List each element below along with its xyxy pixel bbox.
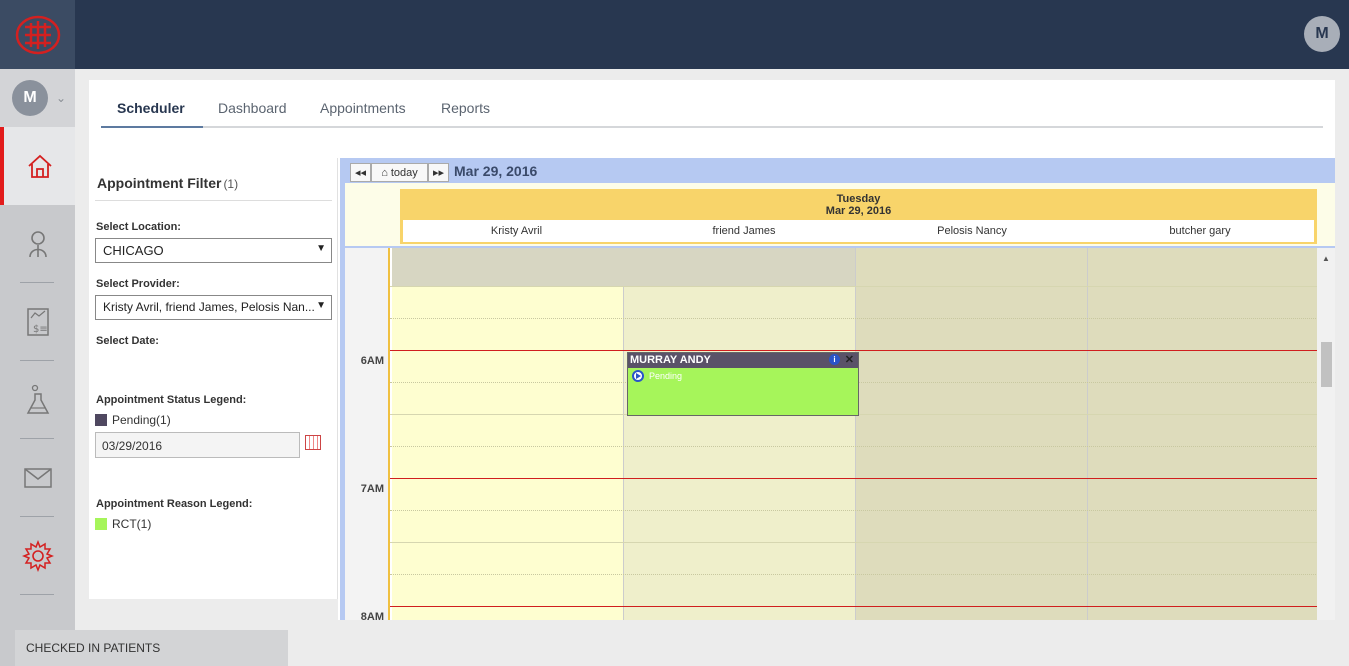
calendar-grid[interactable]: 6AM 7AM 8AM MURRAY ANDY i ✕ Pending ▲ [340, 246, 1335, 620]
main-panel: Scheduler Dashboard Appointments Reports… [89, 80, 1335, 620]
home-icon: ⌂ [381, 166, 388, 179]
chevron-down-icon[interactable]: ⌄ [56, 91, 66, 105]
provider-column[interactable] [855, 248, 1087, 620]
pending-swatch [95, 414, 107, 426]
unavailable-block [392, 248, 855, 286]
location-label: Select Location: [96, 221, 181, 233]
time-label: 6AM [360, 355, 384, 367]
scheduler-calendar: ◂◂ ⌂ today ▸▸ Mar 29, 2016 Tuesday Mar 29… [340, 158, 1335, 620]
active-tab-indicator [101, 126, 203, 128]
provider-column[interactable] [392, 248, 623, 620]
nav-item-settings[interactable] [0, 517, 75, 595]
nav-item-patients[interactable] [0, 205, 75, 283]
day-label: Tuesday Mar 29, 2016 [825, 193, 892, 217]
nav-avatar[interactable]: M [12, 80, 48, 116]
tab-dashboard[interactable]: Dashboard [218, 100, 287, 116]
scroll-up-icon[interactable]: ▲ [1322, 254, 1330, 263]
status-legend-item: Pending(1) [95, 413, 171, 427]
nav-item-billing[interactable]: $≡ [0, 283, 75, 361]
tab-scheduler[interactable]: Scheduler [117, 100, 185, 116]
provider-row: Kristy Avril friend James Pelosis Nancy … [403, 220, 1314, 242]
calendar-icon[interactable] [305, 435, 321, 450]
user-avatar[interactable]: M [1304, 16, 1340, 52]
gear-icon [21, 540, 54, 572]
calendar-current-date: Mar 29, 2016 [454, 163, 538, 179]
reason-legend-item: RCT(1) [95, 517, 151, 531]
dropdown-arrow-icon: ▼ [316, 300, 326, 311]
provider-column[interactable] [623, 248, 855, 620]
provider-header: Pelosis Nancy [937, 225, 1007, 237]
left-nav: M ⌄ $≡ [0, 69, 75, 666]
prev-button[interactable]: ◂◂ [350, 163, 371, 182]
nav-item-lab[interactable] [0, 361, 75, 439]
event-status: Pending [628, 368, 858, 382]
provider-header: Kristy Avril [490, 225, 543, 237]
location-select[interactable]: CHICAGO ▼ [95, 238, 332, 263]
calendar-toolbar: ◂◂ ⌂ today ▸▸ Mar 29, 2016 [340, 158, 1335, 183]
time-column: 6AM 7AM 8AM [345, 248, 390, 620]
appointment-event[interactable]: MURRAY ANDY i ✕ Pending [627, 352, 859, 416]
status-legend-label: Appointment Status Legend: [96, 394, 247, 406]
logo-icon [15, 15, 60, 54]
nav-item-messages[interactable] [0, 439, 75, 517]
appointment-filter-panel: Appointment Filter (1) Select Location: C… [89, 158, 338, 620]
flask-icon [26, 384, 49, 414]
app-logo[interactable] [0, 0, 75, 69]
tab-reports[interactable]: Reports [441, 100, 490, 116]
event-patient-name: MURRAY ANDY [630, 354, 711, 366]
date-input[interactable]: 03/29/2016 [95, 432, 300, 458]
day-header: Tuesday Mar 29, 2016 Kristy Avril friend… [400, 189, 1317, 244]
date-label: Select Date: [96, 335, 159, 347]
scroll-thumb[interactable] [1321, 342, 1332, 387]
top-bar: M [0, 0, 1349, 69]
svg-text:$≡: $≡ [33, 324, 48, 335]
tab-bar: Scheduler Dashboard Appointments Reports [101, 80, 1323, 128]
provider-label: Select Provider: [96, 278, 180, 290]
nav-item-home[interactable] [0, 127, 75, 205]
nav-user-menu[interactable]: M ⌄ [0, 69, 75, 127]
mail-icon [23, 468, 52, 488]
event-header: MURRAY ANDY i ✕ [628, 353, 858, 368]
time-label: 8AM [360, 611, 384, 620]
today-button[interactable]: ⌂ today [371, 163, 428, 182]
home-icon [27, 154, 52, 178]
provider-header: friend James [712, 225, 776, 237]
calendar-scrollbar[interactable]: ▲ [1317, 248, 1335, 620]
next-button[interactable]: ▸▸ [428, 163, 449, 182]
person-icon [28, 231, 47, 258]
provider-header: butcher gary [1169, 225, 1231, 237]
info-icon[interactable]: i [829, 354, 840, 365]
tab-appointments[interactable]: Appointments [320, 100, 406, 116]
invoice-icon: $≡ [26, 308, 49, 336]
checked-in-patients-tab[interactable]: CHECKED IN PATIENTS [15, 630, 288, 666]
provider-column[interactable] [1087, 248, 1318, 620]
rct-swatch [95, 518, 107, 530]
dropdown-arrow-icon: ▼ [316, 243, 326, 254]
provider-select[interactable]: Kristy Avril, friend James, Pelosis Nan.… [95, 295, 332, 320]
close-icon[interactable]: ✕ [845, 353, 854, 366]
time-label: 7AM [360, 483, 384, 495]
reason-legend-label: Appointment Reason Legend: [96, 498, 253, 510]
calendar-header: Tuesday Mar 29, 2016 Kristy Avril friend… [340, 183, 1335, 246]
play-icon[interactable] [632, 370, 644, 382]
filter-title: Appointment Filter (1) [97, 175, 239, 191]
